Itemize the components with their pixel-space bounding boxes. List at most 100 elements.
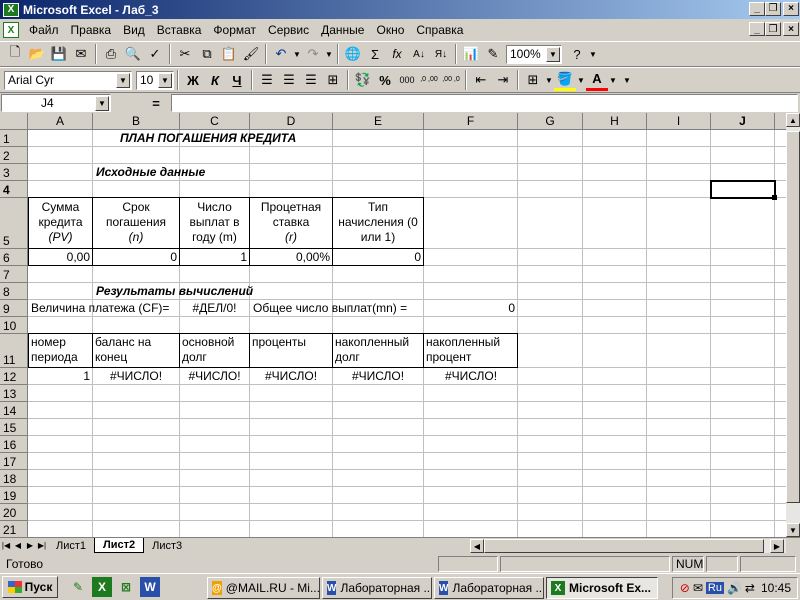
row-header[interactable]: 14 xyxy=(0,402,28,419)
row-header[interactable]: 15 xyxy=(0,419,28,436)
scroll-thumb[interactable] xyxy=(484,539,764,553)
payment-label[interactable]: Величина платежа (CF)= xyxy=(29,301,171,316)
column-header[interactable]: C xyxy=(180,113,250,130)
input-m[interactable]: 1 xyxy=(180,250,249,265)
decrease-indent-icon[interactable]: ⇤ xyxy=(470,69,492,91)
name-box[interactable]: J4 ▼ xyxy=(1,94,111,112)
sheet-tab-1[interactable]: Лист1 xyxy=(48,538,94,553)
chevron-down-icon[interactable]: ▼ xyxy=(95,96,109,111)
total-payments-value[interactable]: 0 xyxy=(424,301,517,316)
row-header[interactable]: 2 xyxy=(0,147,28,164)
header-cell-type[interactable]: Тип начисления (0 или 1) xyxy=(333,200,423,245)
last-sheet-icon[interactable]: ▶| xyxy=(36,539,48,552)
input-r[interactable]: 0,00% xyxy=(250,250,332,265)
language-indicator[interactable]: Ru xyxy=(705,582,724,594)
print-icon[interactable]: ⎙ xyxy=(100,43,122,65)
menu-view[interactable]: Вид xyxy=(117,23,151,37)
undo-dropdown-icon[interactable]: ▼ xyxy=(292,50,302,59)
open-folder-icon[interactable]: 📂 xyxy=(26,43,48,65)
close-button[interactable]: × xyxy=(783,2,799,16)
italic-button[interactable]: К xyxy=(204,69,226,91)
row-header-selected[interactable]: 4 xyxy=(0,181,28,198)
hyperlink-icon[interactable]: 🌐 xyxy=(342,43,364,65)
scroll-up-icon[interactable]: ▲ xyxy=(786,113,800,127)
start-button[interactable]: Пуск xyxy=(2,576,58,598)
quicklaunch-excel-icon[interactable]: X xyxy=(92,577,112,597)
tray-app-icon[interactable]: ⊘ xyxy=(680,581,690,595)
results-header-cum-debt[interactable]: накопленный долг xyxy=(333,335,411,365)
row12-cum-debt[interactable]: #ЧИСЛО! xyxy=(333,369,423,384)
next-sheet-icon[interactable]: ▶ xyxy=(24,539,36,552)
restore-button[interactable]: ❐ xyxy=(765,2,781,16)
total-payments-label[interactable]: Общее число выплат(mn) = xyxy=(251,301,409,316)
column-header[interactable]: G xyxy=(518,113,583,130)
menu-window[interactable]: Окно xyxy=(370,23,410,37)
row-header[interactable]: 1 xyxy=(0,130,28,147)
comma-style-button[interactable]: 000 xyxy=(396,69,418,91)
row-header[interactable]: 21 xyxy=(0,521,28,537)
row-header[interactable]: 19 xyxy=(0,487,28,504)
font-name-select[interactable]: Arial Cyr ▼ xyxy=(4,70,132,90)
currency-icon[interactable]: 💱 xyxy=(352,69,374,91)
input-pv[interactable]: 0,00 xyxy=(29,250,92,265)
scroll-thumb[interactable] xyxy=(786,131,800,503)
row12-cum-interest[interactable]: #ЧИСЛО! xyxy=(424,369,518,384)
excel-app-icon[interactable]: X xyxy=(3,2,19,17)
chevron-down-icon[interactable]: ▼ xyxy=(158,72,172,88)
formula-input[interactable] xyxy=(171,94,798,112)
print-preview-icon[interactable]: 🔍 xyxy=(122,43,144,65)
sheet-tab-2[interactable]: Лист2 xyxy=(94,538,145,553)
doc-minimize-button[interactable]: _ xyxy=(749,22,765,36)
row-header[interactable]: 17 xyxy=(0,453,28,470)
tray-network-icon[interactable]: ⇄ xyxy=(745,581,755,595)
column-header-selected[interactable]: J xyxy=(711,113,775,130)
column-header[interactable] xyxy=(775,113,786,130)
vertical-scrollbar[interactable]: ▲ ▼ xyxy=(786,113,800,537)
results-header-interest[interactable]: проценты xyxy=(250,335,308,350)
quicklaunch-word-icon[interactable]: W xyxy=(140,577,160,597)
column-header[interactable]: B xyxy=(93,113,180,130)
header-cell-r[interactable]: Процетная ставка (r) xyxy=(250,200,332,245)
row-header[interactable]: 5 xyxy=(0,198,28,249)
row-header[interactable]: 18 xyxy=(0,470,28,487)
results-header-cum-interest[interactable]: накопленный процент xyxy=(424,335,502,365)
tray-speaker-icon[interactable]: 🔊 xyxy=(727,581,742,595)
row12-period[interactable]: 1 xyxy=(29,369,92,384)
fill-handle[interactable] xyxy=(772,195,777,200)
row-header[interactable]: 10 xyxy=(0,317,28,334)
tray-mail-icon[interactable]: ✉ xyxy=(693,581,703,595)
redo-icon[interactable]: ↷ xyxy=(302,43,324,65)
drawing-icon[interactable]: ✎ xyxy=(482,43,504,65)
autosum-icon[interactable]: Σ xyxy=(364,43,386,65)
scroll-right-icon[interactable]: ▶ xyxy=(770,539,784,553)
payment-value[interactable]: #ДЕЛ/0! xyxy=(180,301,249,316)
fill-color-icon[interactable]: 🪣 xyxy=(554,69,576,91)
merge-center-icon[interactable]: ⊞ xyxy=(322,69,344,91)
toolbar-options-icon[interactable]: ▼ xyxy=(622,76,632,85)
cut-icon[interactable]: ✂ xyxy=(174,43,196,65)
save-icon[interactable]: 💾 xyxy=(48,43,70,65)
chevron-down-icon[interactable]: ▼ xyxy=(546,46,560,62)
row12-interest[interactable]: #ЧИСЛО! xyxy=(250,369,332,384)
increase-decimal-button[interactable]: ,0 ,00 xyxy=(418,69,440,91)
spreadsheet-grid[interactable]: A B C D E F G H I J 1 2 3 4 5 6 7 8 9 10… xyxy=(0,113,786,537)
prev-sheet-icon[interactable]: ◀ xyxy=(12,539,24,552)
decrease-decimal-button[interactable]: ,00 ,0 xyxy=(440,69,462,91)
font-color-icon[interactable]: A xyxy=(586,69,608,91)
input-n[interactable]: 0 xyxy=(93,250,179,265)
row-header[interactable]: 20 xyxy=(0,504,28,521)
spelling-icon[interactable]: ✓ xyxy=(144,43,166,65)
select-all-corner[interactable] xyxy=(0,113,28,130)
results-heading[interactable]: Результаты вычислений xyxy=(94,284,255,299)
results-header-principal[interactable]: основной долг xyxy=(180,335,236,365)
header-cell-pv[interactable]: Сумма кредита (PV) xyxy=(29,200,92,245)
mail-recipient-icon[interactable]: ✉ xyxy=(70,43,92,65)
row12-principal[interactable]: #ЧИСЛО! xyxy=(180,369,249,384)
borders-dropdown-icon[interactable]: ▼ xyxy=(544,76,554,85)
row-header[interactable]: 12 xyxy=(0,368,28,385)
bold-button[interactable]: Ж xyxy=(182,69,204,91)
task-mailru[interactable]: @ @MAIL.RU - Mi... xyxy=(207,577,320,599)
column-header[interactable]: H xyxy=(583,113,647,130)
header-cell-m[interactable]: Число выплат в году (m) xyxy=(180,200,249,245)
format-painter-icon[interactable]: 🖌 xyxy=(240,43,262,65)
